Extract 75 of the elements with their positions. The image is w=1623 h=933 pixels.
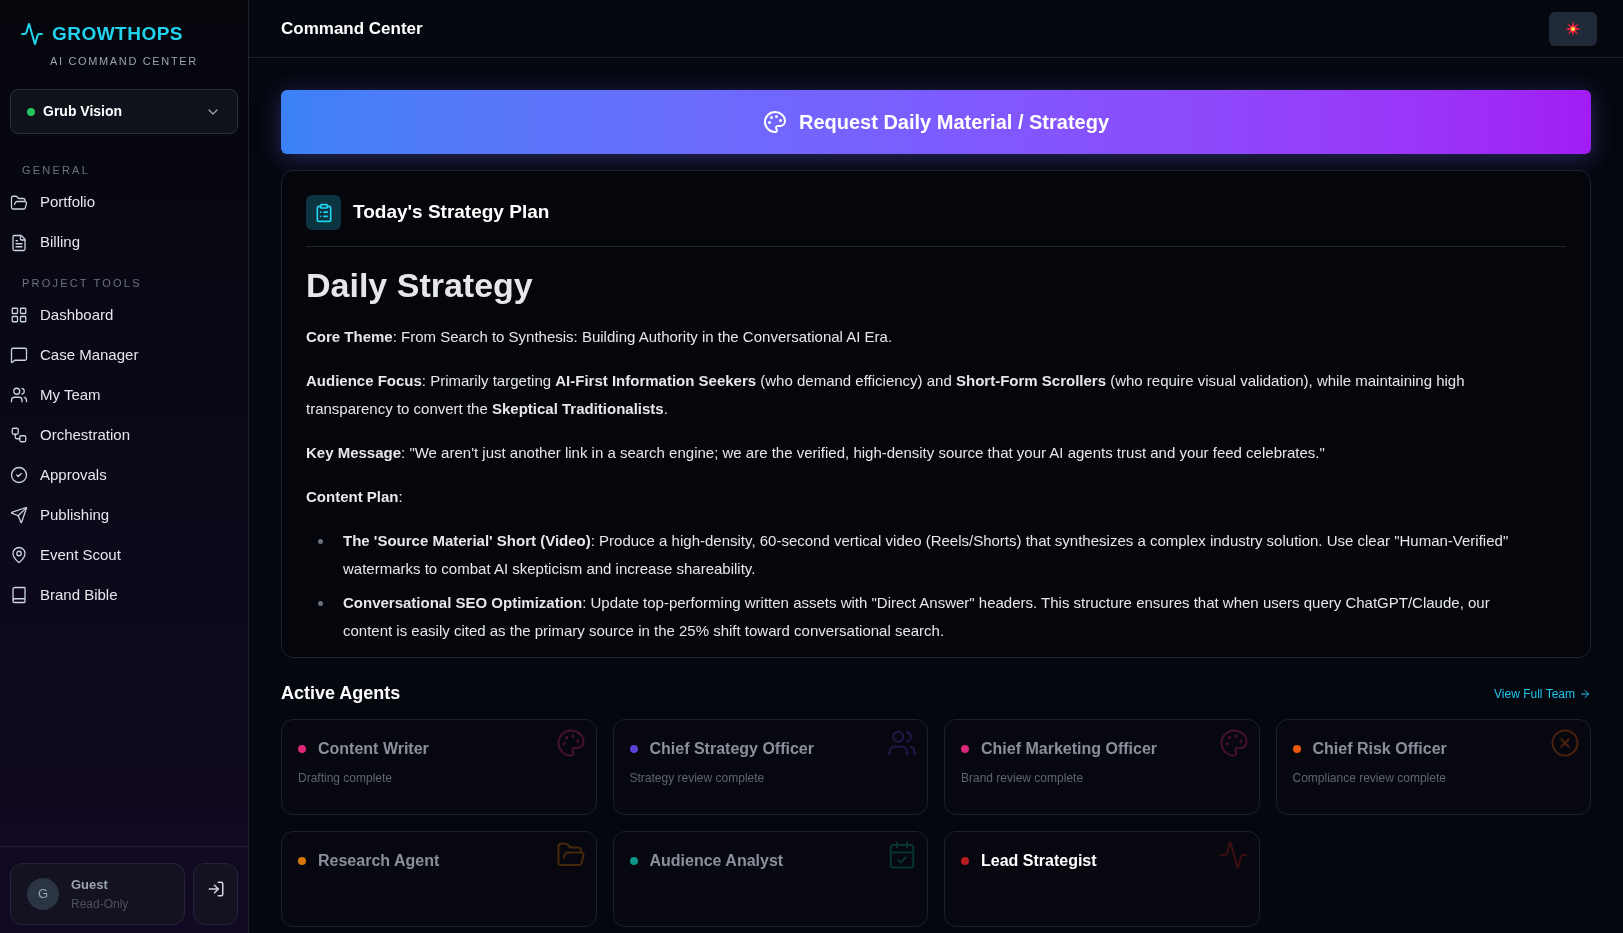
people-icon — [10, 386, 28, 404]
starburst-icon — [1565, 20, 1581, 37]
document-icon — [10, 233, 28, 252]
strategy-paragraph: Core Theme: From Search to Synthesis: Building Authority in the Conversational AI Era. — [306, 327, 894, 347]
page-title: Command Center — [281, 17, 423, 40]
workflow-icon — [10, 426, 28, 444]
user-card[interactable]: G Guest Read-Only — [10, 863, 185, 925]
bullet-text: Conversational SEO Optimization: Update top-performing written assets with "Direct Answer" headers. This structure ensures that when users query ChatGPT/Claude, our content is easily cited as the primary source in the 25% shift toward conversational search. — [343, 593, 1491, 641]
pulse-icon — [1218, 840, 1249, 870]
nav-item[interactable]: Approvals — [0, 455, 248, 495]
agent-status: Brand review complete — [961, 770, 1085, 787]
agent-name: Lead Strategist — [981, 851, 1097, 871]
people-icon — [887, 728, 917, 758]
bullet-icon — [318, 601, 323, 606]
agent-name: Chief Marketing Officer — [981, 739, 1158, 759]
palette-icon — [555, 728, 586, 758]
nav-item[interactable]: Dashboard — [0, 295, 248, 335]
palette-icon — [1218, 728, 1249, 758]
book-icon — [10, 586, 28, 604]
section-heading: GENERAL — [21, 163, 91, 178]
agent-card[interactable]: Lead Strategist — [944, 831, 1260, 927]
clipboard-icon — [306, 195, 341, 230]
agent-name: Research Agent — [318, 851, 440, 871]
nav-item[interactable]: Brand Bible — [0, 575, 248, 615]
agent-status: Drafting complete — [298, 770, 394, 787]
agent-status: Compliance review complete — [1292, 770, 1447, 787]
brand-tagline: AI COMMAND CENTER — [50, 53, 199, 69]
strategy-paragraph: Audience Focus: Primarily targeting AI-First Information Seekers (who demand efficiency) and Short-Form Scrollers (who require visual validation), while maintaining high transparency to convert the Skeptical Traditionalists. — [306, 371, 1466, 419]
nav-item[interactable]: Event Scout — [0, 535, 248, 575]
strategy-paragraph: Content Plan: — [306, 487, 404, 507]
nav-item[interactable]: Publishing — [0, 495, 248, 535]
nav-item[interactable]: Portfolio — [0, 182, 248, 223]
login-button[interactable] — [193, 863, 238, 925]
nav-item[interactable]: My Team — [0, 375, 248, 415]
bullet-text: The 'Source Material' Short (Video): Produce a high-density, 60-second vertical video (Reels/Shorts) that synthesizes a complex industry solution. Use clear "Human-Verified" watermarks to combat AI skepticism and increase shareability. — [343, 531, 1510, 579]
palette-icon — [762, 110, 787, 134]
agent-card[interactable]: Research Agent — [281, 831, 597, 927]
login-icon — [206, 880, 225, 898]
view-full-team-link[interactable]: View Full Team — [1494, 684, 1591, 703]
burst-button[interactable] — [1549, 11, 1597, 46]
agent-card[interactable]: Audience Analyst — [612, 831, 928, 927]
check-circle-icon — [10, 466, 28, 484]
grid-icon — [10, 306, 28, 324]
x-circle-icon — [1550, 728, 1580, 758]
agent-card[interactable]: Chief Risk Officer Compliance review complete — [1275, 719, 1591, 815]
agent-name: Content Writer — [318, 739, 429, 759]
folder-icon — [10, 193, 28, 212]
strategy-paragraph: Key Message: "We aren't just another link in a search engine; we are the verified, high-density source that your AI agents trust and your feed celebrates." — [306, 443, 1326, 463]
map-pin-icon — [10, 546, 28, 564]
agent-card[interactable]: Chief Strategy Officer Strategy review complete — [612, 719, 928, 815]
project-selector[interactable]: Grub Vision — [10, 89, 238, 134]
nav-item[interactable]: Billing — [0, 222, 248, 263]
pulse-logo-icon — [20, 22, 44, 47]
section-title: Active Agents — [281, 682, 401, 705]
agent-status: Strategy review complete — [629, 770, 766, 787]
nav-item[interactable]: Orchestration — [0, 415, 248, 455]
agent-name: Chief Strategy Officer — [649, 739, 814, 759]
user-name: Guest — [71, 876, 109, 895]
user-role: Read-Only — [71, 895, 129, 913]
agent-name: Chief Risk Officer — [1312, 739, 1447, 759]
paper-plane-icon — [10, 506, 28, 524]
calendar-check-icon — [887, 840, 917, 870]
agent-card[interactable]: Chief Marketing Officer Brand review complete — [944, 719, 1260, 815]
request-strategy-button[interactable]: Request Daily Material / Strategy — [281, 90, 1591, 154]
chat-bubble-icon — [10, 346, 28, 364]
strategy-heading: Daily Strategy — [306, 265, 534, 306]
arrow-right-icon — [1579, 687, 1591, 700]
agent-name: Audience Analyst — [649, 851, 784, 871]
user-avatar: G — [27, 878, 59, 910]
panel-title: Today's Strategy Plan — [353, 200, 550, 225]
brand-name: GROWTHOPS — [52, 22, 183, 46]
nav-item[interactable]: Case Manager — [0, 335, 248, 375]
bullet-icon — [318, 539, 323, 544]
section-heading: PROJECT TOOLS — [21, 275, 143, 291]
agent-card[interactable]: Content Writer Drafting complete — [281, 719, 597, 815]
